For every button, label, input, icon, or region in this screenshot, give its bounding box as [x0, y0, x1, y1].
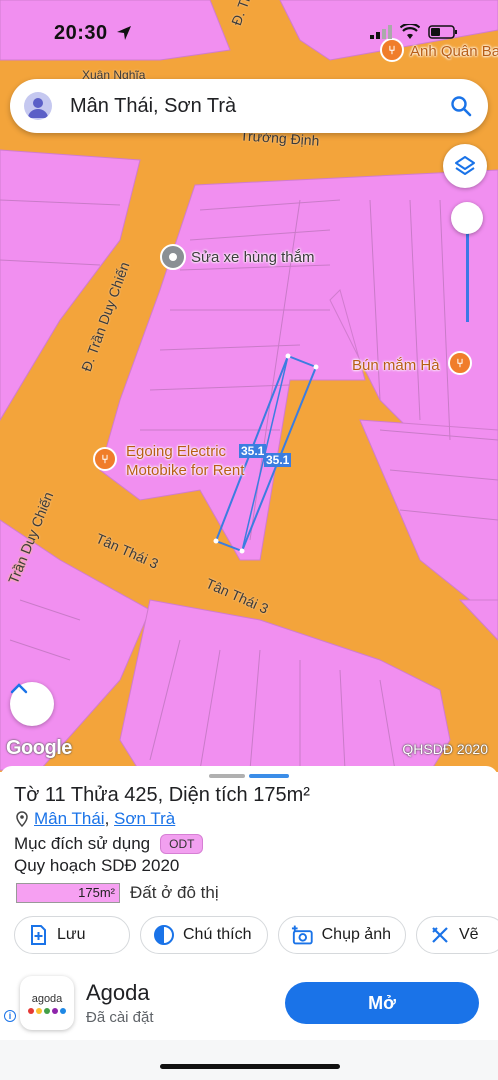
restaurant-poi-icon[interactable]: ⑂ [448, 351, 472, 375]
legend-button-label: Chú thích [183, 926, 252, 943]
search-icon[interactable] [450, 95, 472, 117]
status-time: 20:30 [54, 22, 108, 44]
opacity-slider-track[interactable] [466, 222, 469, 322]
status-icons [370, 24, 458, 40]
layer-attribution: QHSDĐ 2020 [402, 741, 488, 757]
legend-swatch: 175m² [16, 883, 120, 903]
poi-label[interactable]: Anh Quân Ba [410, 43, 498, 60]
location-link-district[interactable]: Sơn Trà [114, 809, 175, 829]
open-app-button[interactable]: Mở [285, 982, 479, 1024]
plan-label: Quy hoạch SDĐ 2020 [14, 856, 180, 875]
app-ad: i agoda Agoda Đã cài đặt Mở [0, 972, 498, 1036]
dimension-label: 35.1 [264, 453, 292, 467]
wifi-icon [400, 24, 420, 39]
add-photo-icon [291, 925, 313, 945]
dimension-label: 35.1 [239, 444, 267, 458]
restaurant-poi-icon[interactable]: ⑂ [380, 38, 404, 62]
cellular-signal-icon [370, 25, 392, 39]
legend-text: Đất ở đô thị [130, 883, 219, 902]
poi-label[interactable]: Egoing Electric [126, 443, 226, 460]
parcel-location: Mân Thái, Sơn Trà [16, 809, 175, 829]
location-link-ward[interactable]: Mân Thái [34, 809, 105, 829]
draw-button[interactable]: Vẽ [416, 916, 498, 954]
layers-icon [455, 156, 475, 175]
sheet-drag-handle[interactable] [209, 774, 245, 778]
agoda-logo-dots [28, 1007, 66, 1014]
draw-button-label: Vẽ [459, 926, 479, 943]
google-logo: Google [6, 737, 72, 759]
ad-info-icon[interactable]: i [4, 1010, 16, 1022]
user-avatar-icon [28, 98, 48, 118]
add-bookmark-icon [31, 925, 46, 945]
collapse-up-button[interactable] [10, 682, 54, 726]
ad-subtitle: Đã cài đặt [86, 1009, 154, 1026]
half-circle-icon [154, 925, 174, 945]
ad-title: Agoda [86, 980, 150, 1005]
search-bar[interactable]: Mân Thái, Sơn Trà [10, 79, 488, 133]
agoda-app-icon[interactable]: agoda [20, 976, 74, 1030]
place-pin-icon[interactable] [160, 244, 186, 270]
legend-row: 175m² Đất ở đô thị [16, 883, 219, 903]
ruler-pencil-icon [432, 927, 448, 943]
location-arrow-icon [117, 26, 131, 40]
avatar[interactable] [24, 92, 52, 120]
location-separator: , [104, 809, 110, 828]
agoda-logo-text: agoda [31, 992, 63, 1005]
opacity-slider-handle[interactable] [451, 202, 483, 234]
save-button[interactable]: Lưu [14, 916, 130, 954]
capture-button[interactable]: Chụp ảnh [278, 916, 406, 954]
poi-label[interactable]: Bún mắm Hà [352, 357, 440, 374]
bottom-bar [0, 1040, 498, 1080]
legend-button[interactable]: Chú thích [140, 916, 268, 954]
purpose-code-badge: ODT [160, 834, 204, 854]
location-pin-icon [16, 811, 28, 827]
sheet-drag-handle-active[interactable] [249, 774, 289, 778]
capture-button-label: Chụp ảnh [321, 926, 391, 943]
home-indicator[interactable] [160, 1064, 340, 1069]
search-input[interactable]: Mân Thái, Sơn Trà [70, 95, 450, 118]
parcel-info-sheet: Tờ 11 Thửa 425, Diện tích 175m² Mân Thái… [0, 766, 498, 1080]
battery-icon [428, 25, 457, 39]
layers-button[interactable] [443, 144, 487, 188]
restaurant-poi-icon[interactable]: ⑂ [93, 447, 117, 471]
poi-label[interactable]: Sửa xe hùng thắm [191, 249, 314, 266]
purpose-row: Mục đích sử dụng ODT [14, 834, 204, 854]
parcel-title: Tờ 11 Thửa 425, Diện tích 175m² [14, 784, 310, 806]
action-buttons: Lưu Chú thích Chụp ảnh Vẽ [14, 916, 498, 954]
poi-label[interactable]: Motobike for Rent [126, 462, 244, 479]
purpose-label: Mục đích sử dụng [14, 834, 151, 853]
save-button-label: Lưu [57, 926, 86, 943]
chevron-up-icon [10, 683, 28, 694]
